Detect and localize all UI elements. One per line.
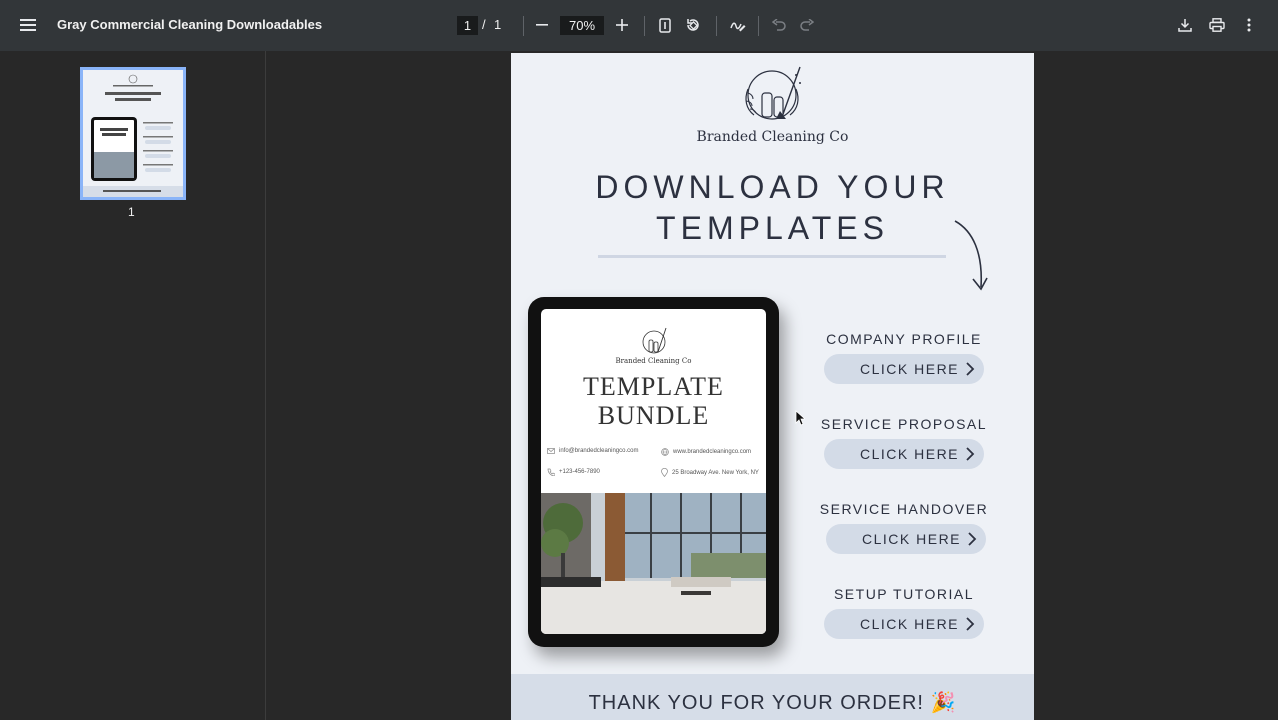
tablet-phone: +123-456-7890 xyxy=(547,468,600,476)
tablet-mockup: Branded Cleaning Co TEMPLATE BUNDLE info… xyxy=(528,297,779,647)
current-page-input[interactable]: 1 xyxy=(457,16,478,35)
section-label-company-profile: COMPANY PROFILE xyxy=(826,331,982,347)
toolbar-divider xyxy=(523,16,524,36)
globe-icon xyxy=(661,448,669,456)
undo-icon[interactable] xyxy=(765,11,793,39)
heading-underline xyxy=(598,255,946,258)
tablet-phone-text: +123-456-7890 xyxy=(559,469,600,475)
setup-tutorial-button[interactable]: CLICK HERE xyxy=(824,609,984,639)
mouse-cursor-icon xyxy=(795,410,805,426)
thank-you-text: THANK YOU FOR YOUR ORDER! 🎉 xyxy=(588,692,957,714)
location-pin-icon xyxy=(661,468,668,477)
company-profile-button-label: CLICK HERE xyxy=(860,361,960,377)
chevron-right-icon xyxy=(966,447,975,461)
toolbar-divider xyxy=(758,16,759,36)
thumbnail-preview xyxy=(83,70,183,197)
cleaning-logo-icon xyxy=(745,66,801,120)
pdf-page: Branded Cleaning Co DOWNLOAD YOUR TEMPLA… xyxy=(511,53,1034,720)
thumbnail-sidebar: 1 xyxy=(0,51,266,720)
service-handover-button[interactable]: CLICK HERE xyxy=(826,524,986,554)
page-thumbnail[interactable] xyxy=(80,67,186,200)
company-profile-button[interactable]: CLICK HERE xyxy=(824,354,984,384)
tablet-brand: Branded Cleaning Co xyxy=(615,357,692,365)
chevron-right-icon xyxy=(968,532,977,546)
section-label-setup-tutorial: SETUP TUTORIAL xyxy=(833,586,975,602)
curved-arrow-icon xyxy=(954,220,988,291)
lobby-image xyxy=(541,493,766,634)
fit-page-icon[interactable] xyxy=(651,11,679,39)
thumbnail-page-number: 1 xyxy=(128,205,135,219)
brand-name: Branded Cleaning Co xyxy=(696,129,849,145)
pdf-toolbar: Gray Commercial Cleaning Downloadables 1… xyxy=(0,0,1278,51)
download-icon[interactable] xyxy=(1171,11,1199,39)
heading-line-1: DOWNLOAD YOUR xyxy=(595,169,950,205)
service-proposal-button[interactable]: CLICK HERE xyxy=(824,439,984,469)
tablet-address: 25 Broadway Ave. New York, NY xyxy=(661,468,759,477)
zoom-in-icon[interactable] xyxy=(608,11,636,39)
thank-you-banner: THANK YOU FOR YOUR ORDER! 🎉 xyxy=(511,674,1034,720)
section-label-service-handover: SERVICE HANDOVER xyxy=(819,501,989,517)
tablet-title-line-2: BUNDLE xyxy=(597,401,710,430)
more-options-icon[interactable] xyxy=(1235,11,1263,39)
tablet-email: info@brandedcleaningco.com xyxy=(547,448,638,454)
menu-icon[interactable] xyxy=(14,11,42,39)
annotate-pen-icon[interactable] xyxy=(724,11,752,39)
service-proposal-button-label: CLICK HERE xyxy=(860,446,960,462)
rotate-icon[interactable] xyxy=(679,11,707,39)
tablet-screen: Branded Cleaning Co TEMPLATE BUNDLE info… xyxy=(541,309,766,634)
section-label-service-proposal: SERVICE PROPOSAL xyxy=(820,416,988,432)
tablet-website-text: www.brandedcleaningco.com xyxy=(673,449,752,455)
total-pages: 1 xyxy=(494,17,502,32)
print-icon[interactable] xyxy=(1203,11,1231,39)
tablet-website: www.brandedcleaningco.com xyxy=(661,448,751,456)
chevron-right-icon xyxy=(966,362,975,376)
tablet-email-text: info@brandedcleaningco.com xyxy=(559,448,639,454)
zoom-input[interactable]: 70% xyxy=(560,16,604,35)
tablet-address-text: 25 Broadway Ave. New York, NY xyxy=(672,469,759,476)
tablet-title-line-1: TEMPLATE xyxy=(583,372,724,401)
tablet-logo-icon xyxy=(642,327,667,354)
mail-icon xyxy=(547,448,555,454)
setup-tutorial-button-label: CLICK HERE xyxy=(860,616,960,632)
page-separator: / xyxy=(482,17,486,32)
service-handover-button-label: CLICK HERE xyxy=(862,531,962,547)
document-viewer: Branded Cleaning Co DOWNLOAD YOUR TEMPLA… xyxy=(267,51,1278,720)
toolbar-divider xyxy=(716,16,717,36)
zoom-out-icon[interactable] xyxy=(528,11,556,39)
document-title: Gray Commercial Cleaning Downloadables xyxy=(57,17,323,32)
interior-photo xyxy=(541,493,766,634)
phone-icon xyxy=(547,468,555,476)
chevron-right-icon xyxy=(966,617,975,631)
toolbar-divider xyxy=(644,16,645,36)
redo-icon[interactable] xyxy=(793,11,821,39)
